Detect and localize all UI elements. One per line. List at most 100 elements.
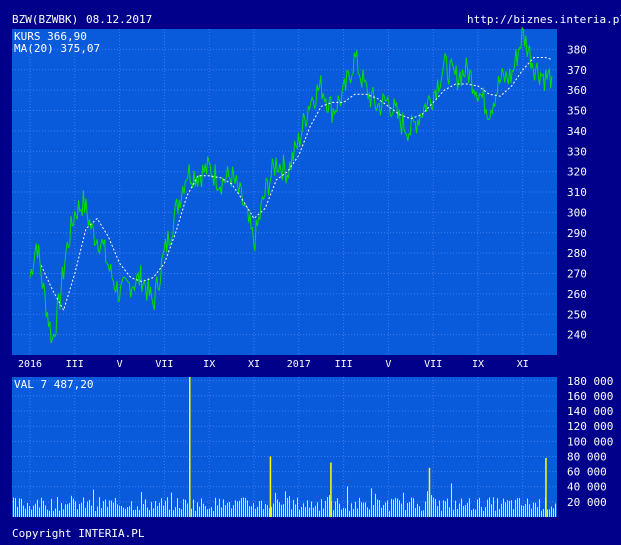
volume-bar (285, 491, 286, 517)
volume-bar (405, 509, 406, 517)
volume-bar (483, 510, 484, 517)
volume-bar (505, 502, 506, 517)
price-tick-label: 360 (567, 84, 587, 97)
volume-bar (117, 504, 118, 517)
volume-bar (83, 497, 84, 517)
volume-bar (507, 500, 508, 517)
volume-tick-label: 180 000 (567, 375, 613, 388)
volume-bar (499, 508, 500, 517)
volume-bar (317, 502, 318, 517)
copyright: Copyright INTERIA.PL (12, 527, 145, 540)
volume-bar (351, 503, 352, 517)
volume-bar (279, 502, 280, 517)
volume-bar (267, 505, 268, 517)
price-tick-label: 260 (567, 288, 587, 301)
volume-bar (209, 508, 210, 517)
volume-bar (333, 510, 334, 517)
volume-bar (421, 510, 422, 517)
volume-bar (417, 503, 418, 517)
volume-bar (165, 500, 166, 517)
price-tick-label: 350 (567, 105, 587, 118)
volume-bar (245, 497, 246, 517)
volume-bar (229, 501, 230, 517)
volume-bar (511, 500, 512, 517)
volume-bar (169, 509, 170, 517)
volume-bar (199, 506, 200, 517)
volume-bar (519, 497, 520, 517)
volume-bar (101, 508, 102, 517)
volume-bar (527, 498, 528, 517)
volume-bar (173, 510, 174, 517)
volume-bar (89, 499, 90, 517)
volume-bar (115, 497, 116, 517)
volume-bar (187, 503, 188, 517)
volume-bar (125, 508, 126, 517)
volume-bar (195, 510, 196, 517)
volume-bar (107, 506, 108, 517)
volume-bar (213, 510, 214, 517)
x-tick-label: V (117, 359, 123, 370)
volume-bar (21, 498, 22, 517)
volume-tick-label: 160 000 (567, 390, 613, 403)
volume-bar (431, 495, 432, 517)
volume-bar (223, 499, 224, 517)
volume-bar (547, 509, 548, 517)
volume-bar (475, 509, 476, 517)
volume-bar (253, 503, 254, 517)
volume-bar (467, 502, 468, 517)
volume-bar (167, 497, 168, 517)
volume-bar (451, 483, 452, 517)
volume-bar (339, 503, 340, 517)
volume-bar (433, 497, 434, 517)
volume-bar (175, 507, 176, 517)
volume-bar (95, 510, 96, 517)
volume-bar (15, 497, 16, 517)
volume-spike (428, 467, 431, 517)
volume-bar (481, 506, 482, 517)
volume-bar (319, 510, 320, 517)
volume-bar (459, 503, 460, 517)
volume-bar (493, 497, 494, 517)
volume-bar (191, 508, 192, 517)
volume-bar (353, 508, 354, 517)
volume-bar (531, 508, 532, 517)
volume-bar (517, 498, 518, 517)
volume-bar (347, 486, 348, 517)
volume-bar (377, 499, 378, 517)
volume-bar (325, 500, 326, 517)
volume-bar (63, 509, 64, 517)
volume-bar (423, 510, 424, 517)
volume-bar (305, 507, 306, 517)
volume-bar (365, 502, 366, 517)
volume-bar (183, 499, 184, 517)
volume-bar (143, 503, 144, 517)
volume-bar (85, 507, 86, 517)
volume-bar (29, 506, 30, 517)
volume-bar (399, 500, 400, 517)
volume-bar (71, 495, 72, 517)
price-tick-label: 330 (567, 145, 587, 158)
volume-bar (41, 497, 42, 517)
volume-bar (349, 510, 350, 517)
volume-bar (515, 499, 516, 517)
volume-bar (555, 503, 556, 517)
volume-bar (297, 497, 298, 517)
volume-bar (263, 509, 264, 517)
volume-bar (207, 509, 208, 517)
price-tick-label: 280 (567, 247, 587, 260)
price-tick-label: 300 (567, 206, 587, 219)
volume-bar (193, 499, 194, 517)
volume-bar (301, 506, 302, 517)
volume-bar (323, 508, 324, 517)
x-tick-label: III (335, 359, 353, 370)
volume-bar (363, 502, 364, 517)
volume-bar (313, 507, 314, 517)
volume-bar (113, 502, 114, 517)
volume-bar (413, 498, 414, 517)
volume-bar (299, 509, 300, 517)
volume-bar (389, 510, 390, 517)
volume-bar (371, 488, 372, 517)
volume-bar (387, 500, 388, 517)
price-tick-label: 310 (567, 186, 587, 199)
volume-bar (309, 507, 310, 517)
